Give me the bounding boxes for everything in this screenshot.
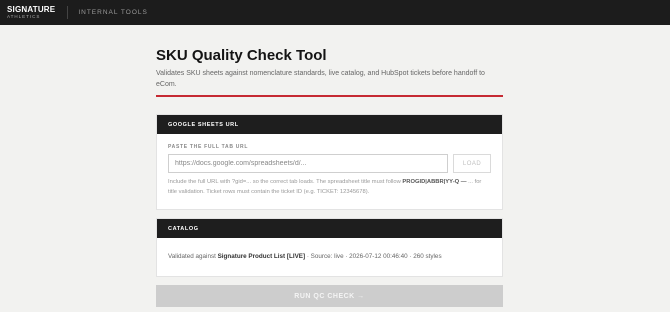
brand-subtitle: ATHLETICS bbox=[7, 13, 41, 19]
catalog-list-name: Signature Product List [LIVE] bbox=[217, 253, 306, 260]
accent-divider bbox=[156, 95, 503, 97]
google-sheets-card: GOOGLE SHEETS URL PASTE THE FULL TAB URL… bbox=[156, 114, 503, 210]
page-title: SKU Quality Check Tool bbox=[156, 47, 327, 64]
brand-logo[interactable]: SIGNATURE ATHLETICS bbox=[7, 4, 56, 20]
google-sheets-header: GOOGLE SHEETS URL bbox=[157, 115, 502, 134]
tab-url-label: PASTE THE FULL TAB URL bbox=[168, 144, 249, 150]
help-title-format: PROGID|ABBR|YY-Q — bbox=[402, 179, 467, 185]
page-subtitle: Validates SKU sheets against nomenclatur… bbox=[156, 70, 485, 88]
nav-internal-tools[interactable]: INTERNAL TOOLS bbox=[78, 9, 148, 16]
help-text-part-1: Include the full URL with ?gid=... so th… bbox=[168, 179, 403, 185]
url-help-text: Include the full URL with ?gid=... so th… bbox=[168, 178, 490, 197]
url-input-row: LOAD bbox=[168, 154, 491, 173]
load-button[interactable]: LOAD bbox=[453, 154, 491, 173]
top-nav-bar: SIGNATURE ATHLETICS INTERNAL TOOLS bbox=[0, 0, 670, 25]
main-content: SKU Quality Check Tool Validates SKU she… bbox=[156, 25, 503, 307]
google-sheets-body: PASTE THE FULL TAB URL LOAD Include the … bbox=[157, 134, 502, 209]
sheet-url-input[interactable] bbox=[168, 154, 449, 173]
catalog-status-prefix: Validated against bbox=[168, 253, 218, 260]
topbar-divider bbox=[67, 6, 69, 19]
brand-name: SIGNATURE bbox=[7, 4, 56, 14]
catalog-card: CATALOG Validated against Signature Prod… bbox=[156, 218, 503, 277]
catalog-status: Validated against Signature Product List… bbox=[157, 238, 502, 276]
catalog-status-details: · Source: live · 2026-07-12 00:46:40 · 2… bbox=[305, 253, 442, 260]
catalog-header: CATALOG bbox=[157, 219, 502, 238]
run-qc-check-button[interactable]: RUN QC CHECK → bbox=[156, 285, 503, 307]
